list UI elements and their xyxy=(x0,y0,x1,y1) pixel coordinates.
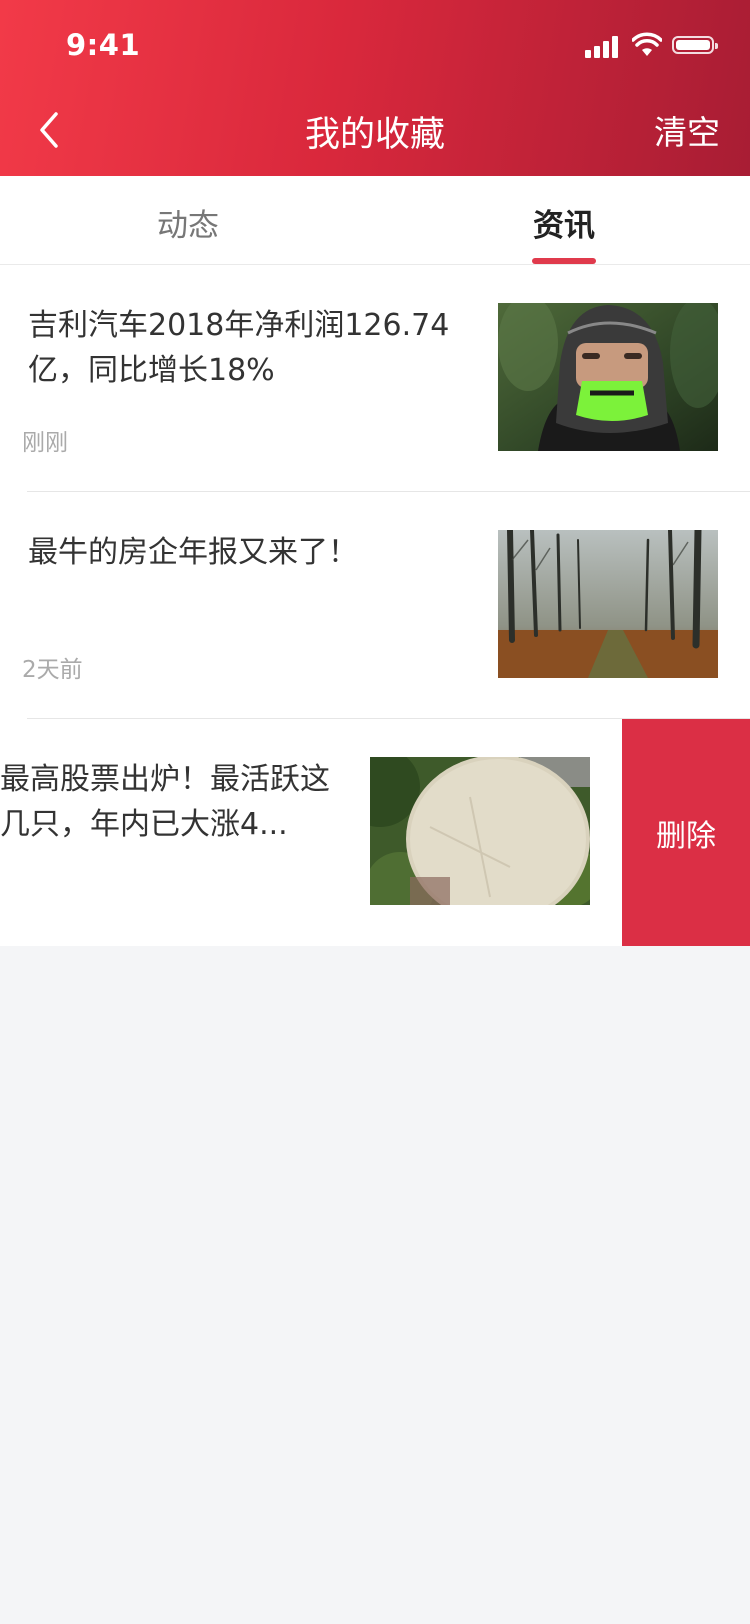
article-thumbnail xyxy=(370,757,590,905)
nav-header: 9:41 我的收藏 清空 xyxy=(0,0,750,176)
article-time: 刚刚 xyxy=(22,430,68,456)
article-time: 2天前 xyxy=(22,657,83,683)
article-title: 最高股票出炉！最活跃这几只，年内已大涨4... xyxy=(0,762,330,842)
status-time: 9:41 xyxy=(66,28,141,62)
article-thumbnail xyxy=(498,530,718,678)
tab-zixun[interactable]: 资讯 xyxy=(464,200,664,245)
tab-dongtai[interactable]: 动态 xyxy=(88,200,288,245)
tab-bar: 动态 资讯 xyxy=(0,176,750,265)
wifi-icon xyxy=(632,32,662,56)
list-item[interactable]: 吉利汽车2018年净利润126.74亿，同比增长18% 刚刚 xyxy=(0,265,750,492)
list-item-swiped[interactable]: 最高股票出炉！最活跃这几只，年内已大涨4... 删除 xyxy=(0,719,750,946)
signal-icon xyxy=(585,34,621,58)
list-item[interactable]: 最牛的房企年报又来了！ 2天前 xyxy=(0,492,750,719)
battery-icon xyxy=(672,36,718,54)
delete-button[interactable]: 删除 xyxy=(622,719,750,946)
article-thumbnail xyxy=(498,303,718,451)
active-tab-indicator xyxy=(532,258,596,264)
article-title: 吉利汽车2018年净利润126.74亿，同比增长18% xyxy=(28,308,450,388)
page-title: 我的收藏 xyxy=(304,115,445,155)
article-title: 最牛的房企年报又来了！ xyxy=(28,535,358,570)
favorites-list: 吉利汽车2018年净利润126.74亿，同比增长18% 刚刚 最牛的房企年报又来… xyxy=(0,265,750,946)
swiped-content: 最高股票出炉！最活跃这几只，年内已大涨4... xyxy=(0,719,622,946)
clear-button[interactable]: 清空 xyxy=(654,106,720,154)
